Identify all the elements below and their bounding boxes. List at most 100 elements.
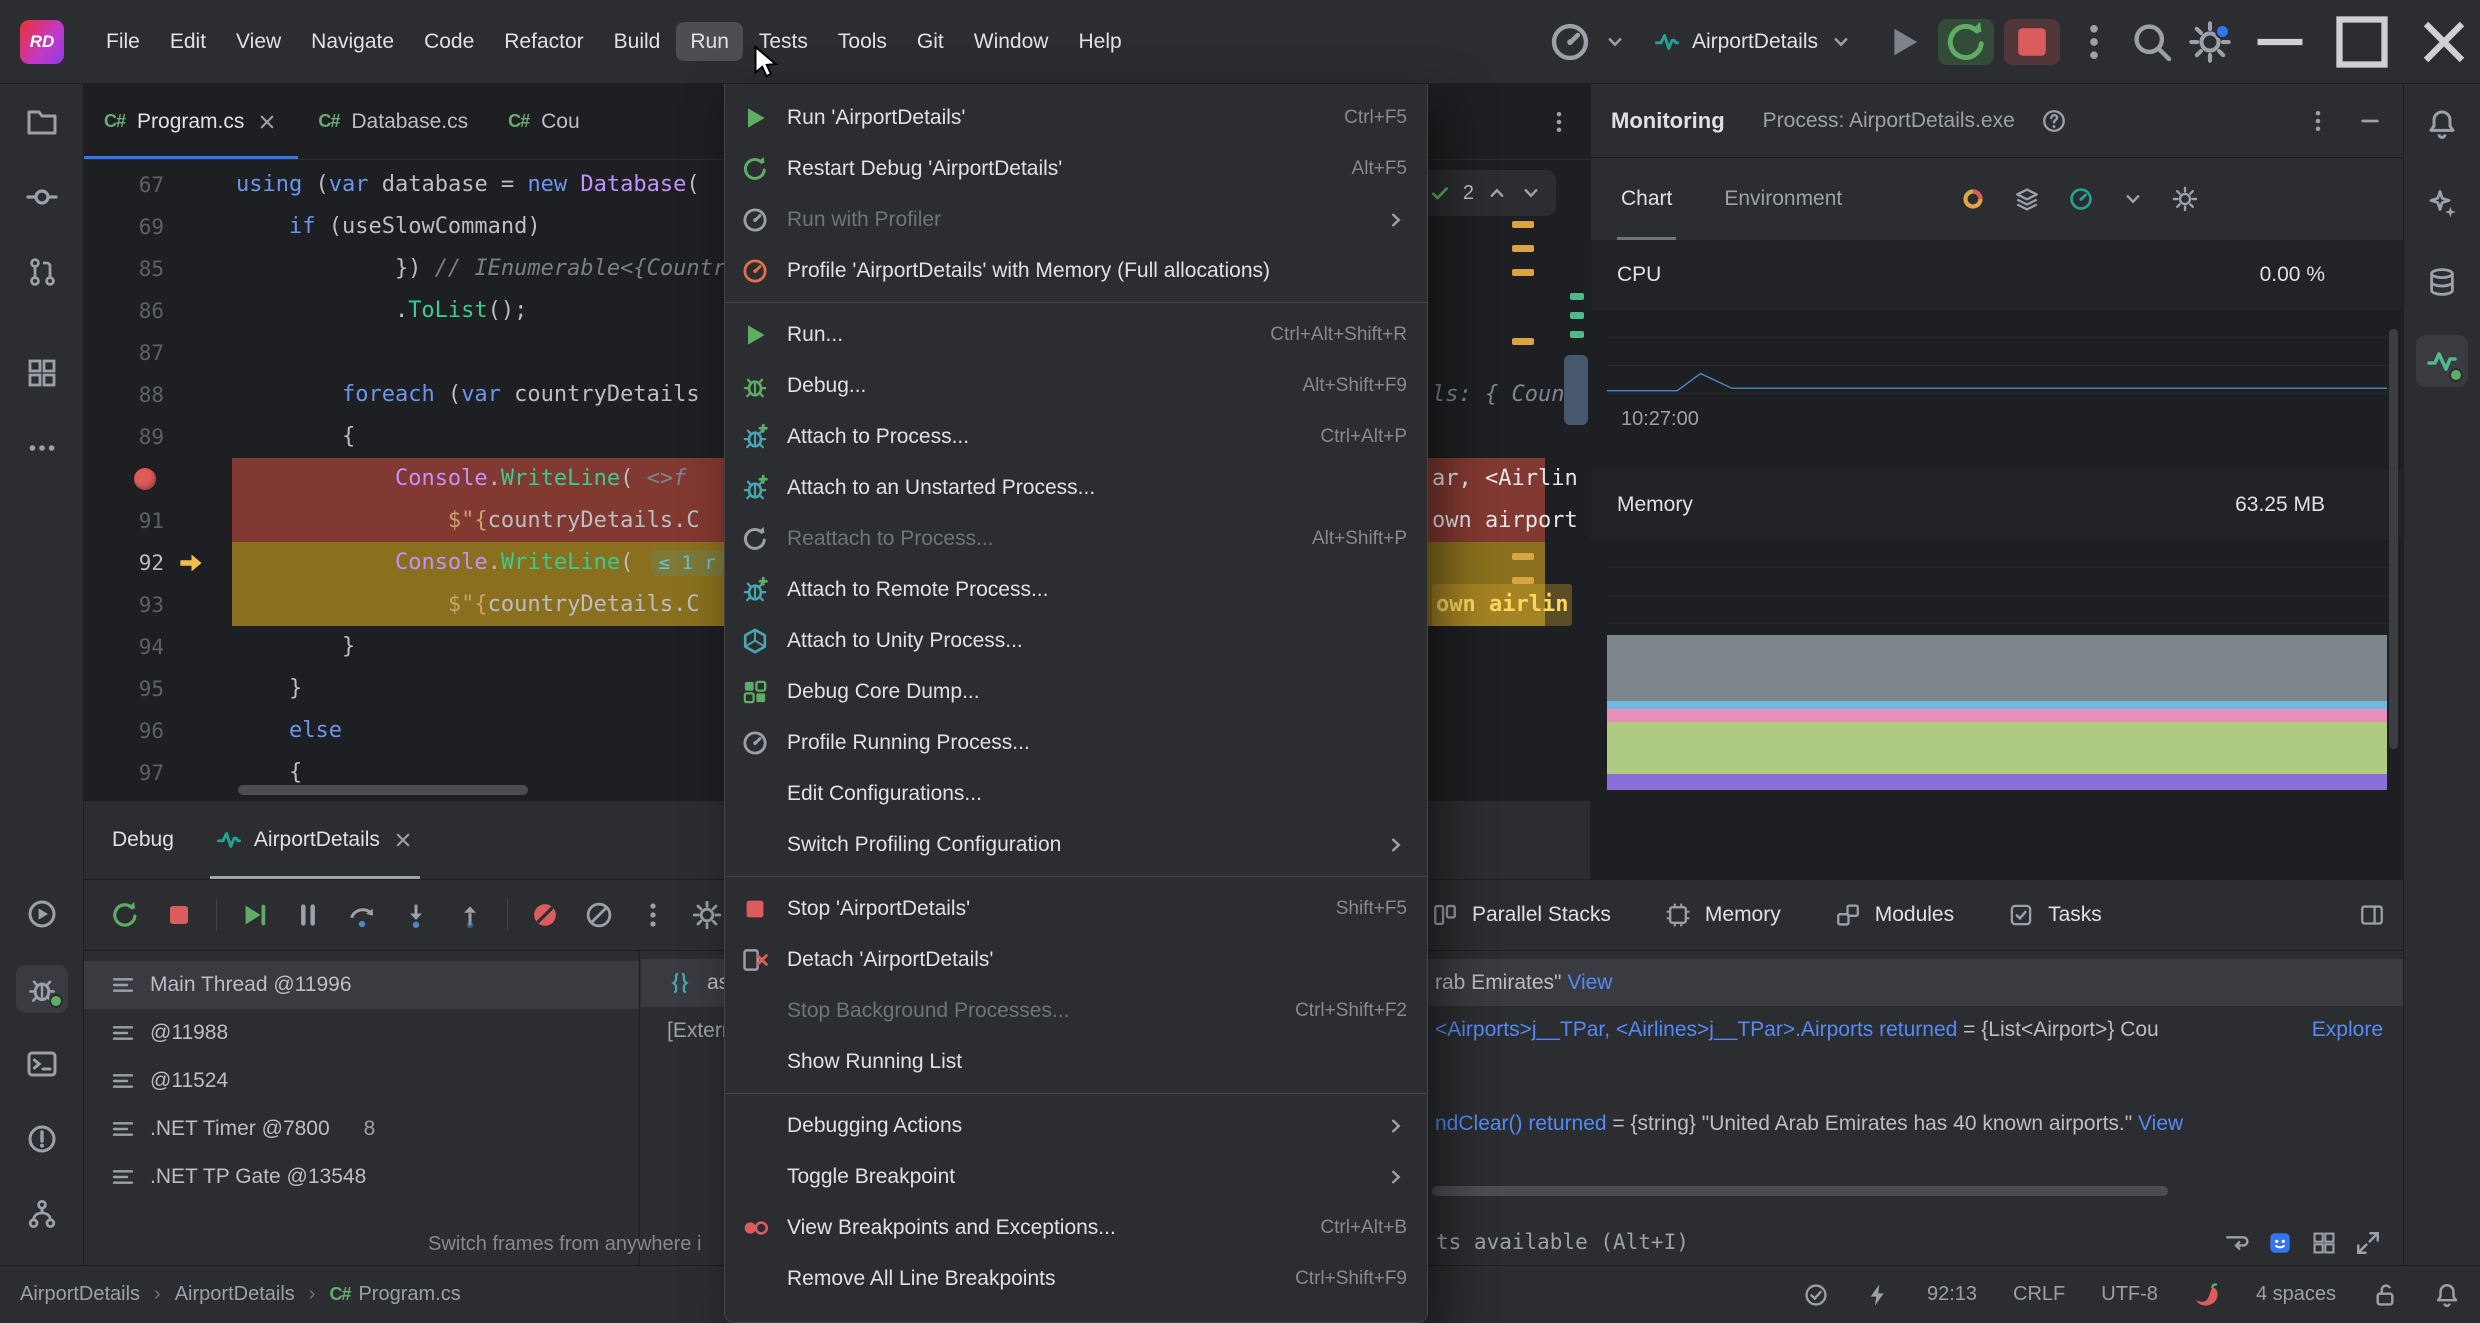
skip-breakpoints-button[interactable] [576,892,622,938]
tool-button-structure[interactable] [16,349,68,397]
gutter-line-96[interactable]: 96 [84,710,232,752]
tool-button-vcs[interactable] [16,1190,68,1238]
gutter-line-92[interactable]: 92 [84,542,232,584]
expand-icon[interactable] [2355,1230,2381,1256]
menu-item-remove-all-line-breakpoints[interactable]: Remove All Line Breakpoints Ctrl+Shift+F9 [725,1253,1427,1304]
menu-item-stop-airportdetails[interactable]: Stop 'AirportDetails' Shift+F5 [725,883,1427,934]
mute-breakpoints-button[interactable] [522,892,568,938]
thread-row[interactable]: .NET TP Gate @13548 [84,1153,639,1201]
hot-reload-pepper-icon[interactable] [2194,1282,2220,1308]
gutter-line-89[interactable]: 89 [84,416,232,458]
file-encoding[interactable]: UTF-8 [2101,1283,2158,1306]
gutter-line-97[interactable]: 97 [84,752,232,794]
menu-item-restart-debug-airportdetails[interactable]: Restart Debug 'AirportDetails' Alt+F5 [725,143,1427,194]
thread-row[interactable]: @11988 [84,1009,639,1057]
menubar-item-navigate[interactable]: Navigate [297,22,408,61]
search-icon[interactable] [2128,20,2176,64]
gutter-line-95[interactable]: 95 [84,668,232,710]
gutter-line-67[interactable]: 67 [84,164,232,206]
restart-profiling-button[interactable] [1938,18,1994,65]
run-button[interactable] [1880,20,1928,64]
menu-item-attach-to-unity-process[interactable]: Attach to Unity Process... [725,615,1427,666]
menubar-item-refactor[interactable]: Refactor [490,22,597,61]
line-separator[interactable]: CRLF [2013,1283,2065,1306]
gutter-line-90[interactable] [84,458,232,500]
editor-tab-database-cs[interactable]: C# Database.cs [298,84,488,159]
tool-button-monitoring[interactable] [2416,335,2468,387]
vertical-scrollbar-thumb[interactable] [1564,355,1588,425]
tool-button-terminal[interactable] [16,1040,68,1088]
lightning-icon[interactable] [1865,1282,1891,1308]
profiler-tool-icon[interactable] [1546,20,1594,64]
stop-button[interactable] [2004,18,2060,65]
menu-item-run-airportdetails[interactable]: Run 'AirportDetails' Ctrl+F5 [725,92,1427,143]
menu-item-debug[interactable]: Debug... Alt+Shift+F9 [725,360,1427,411]
variable-link[interactable]: View [2138,1112,2183,1135]
gutter-line-93[interactable]: 93 [84,584,232,626]
window-maximize-button[interactable] [2326,0,2398,84]
gutter-line-94[interactable]: 94 [84,626,232,668]
variable-row[interactable]: ndClear() returned = {string} "United Ar… [1349,1100,2403,1147]
step-into-button[interactable] [393,892,439,938]
chevron-down-icon[interactable] [2122,188,2144,210]
tool-button-ai-assistant[interactable] [2416,177,2468,229]
gutter-line-87[interactable]: 87 [84,332,232,374]
menu-item-profile-running-process[interactable]: Profile Running Process... [725,717,1427,768]
menubar-item-code[interactable]: Code [410,22,488,61]
menubar-item-help[interactable]: Help [1064,22,1135,61]
thread-row[interactable]: Main Thread @11996 [84,961,639,1009]
menu-item-attach-to-remote-process[interactable]: Attach to Remote Process... [725,564,1427,615]
tool-button-commit[interactable] [16,173,68,221]
tool-button-pull-requests[interactable] [16,248,68,296]
thread-row[interactable]: @11524 [84,1057,639,1105]
step-out-button[interactable] [447,892,493,938]
monitoring-scrollbar[interactable] [2389,329,2398,749]
notifications-icon[interactable] [2434,1282,2460,1308]
menubar-item-tools[interactable]: Tools [824,22,901,61]
debugger-tab-tasks[interactable]: Tasks [2008,902,2102,928]
gutter-line-86[interactable]: 86 [84,290,232,332]
menubar-item-run[interactable]: Run [676,22,743,61]
breadcrumb-item[interactable]: AirportDetails [175,1283,295,1306]
variable-link[interactable]: View [1567,971,1612,994]
close-tab-icon[interactable] [256,111,278,133]
variables-scrollbar[interactable] [1432,1186,2168,1196]
menubar-item-build[interactable]: Build [600,22,675,61]
menu-item-profile-airportdetails-with-memory-full-allocations[interactable]: Profile 'AirportDetails' with Memory (Fu… [725,245,1427,296]
variable-link[interactable]: <Airports>j__TPar, <Airlines>j__TPar>.Ai… [1435,1018,1957,1041]
step-over-button[interactable] [339,892,385,938]
variable-link[interactable]: ndClear() returned [1435,1112,1607,1135]
tool-button-database[interactable] [2416,256,2468,308]
menu-item-switch-profiling-configuration[interactable]: Switch Profiling Configuration [725,819,1427,870]
breadcrumb-item[interactable]: AirportDetails [20,1283,140,1306]
menu-item-debugging-actions[interactable]: Debugging Actions [725,1100,1427,1151]
variable-row[interactable]: rab Emirates" View [1349,959,2403,1006]
tool-button-problems[interactable] [16,1115,68,1163]
chevron-down-icon[interactable] [1604,31,1626,53]
tool-button-more[interactable] [16,424,68,472]
variable-row[interactable]: <Airports>j__TPar, <Airlines>j__TPar>.Ai… [1349,1006,2403,1053]
settings-gear-icon[interactable] [2186,20,2234,64]
rerun-button[interactable] [102,892,148,938]
tool-button-notifications[interactable] [2416,98,2468,150]
reactions-icon[interactable] [2267,1230,2293,1256]
file-lock-icon[interactable] [2372,1282,2398,1308]
pause-button[interactable] [285,892,331,938]
cpu-chart-icon[interactable] [1960,186,1986,212]
tool-button-debug[interactable] [15,964,68,1013]
menu-item-detach-airportdetails[interactable]: Detach 'AirportDetails' [725,934,1427,985]
inspections-widget[interactable]: 2 [1414,170,1556,216]
indent-style[interactable]: 4 spaces [2256,1283,2336,1306]
debugger-tab-memory[interactable]: Memory [1665,902,1781,928]
gutter-line-85[interactable]: 85 [84,248,232,290]
debug-window-title[interactable]: Debug [112,828,174,852]
menubar-item-view[interactable]: View [222,22,295,61]
window-minimize-button[interactable] [2244,0,2316,84]
debugger-tab-parallel-stacks[interactable]: Parallel Stacks [1432,902,1611,928]
run-config-selector[interactable]: AirportDetails [1646,23,1860,61]
menubar-item-git[interactable]: Git [903,22,958,61]
menubar-item-file[interactable]: File [92,22,154,61]
more-actions-icon[interactable] [2070,20,2118,64]
debug-session-tab[interactable]: AirportDetails [210,801,420,879]
menu-item-attach-to-process[interactable]: Attach to Process... Ctrl+Alt+P [725,411,1427,462]
